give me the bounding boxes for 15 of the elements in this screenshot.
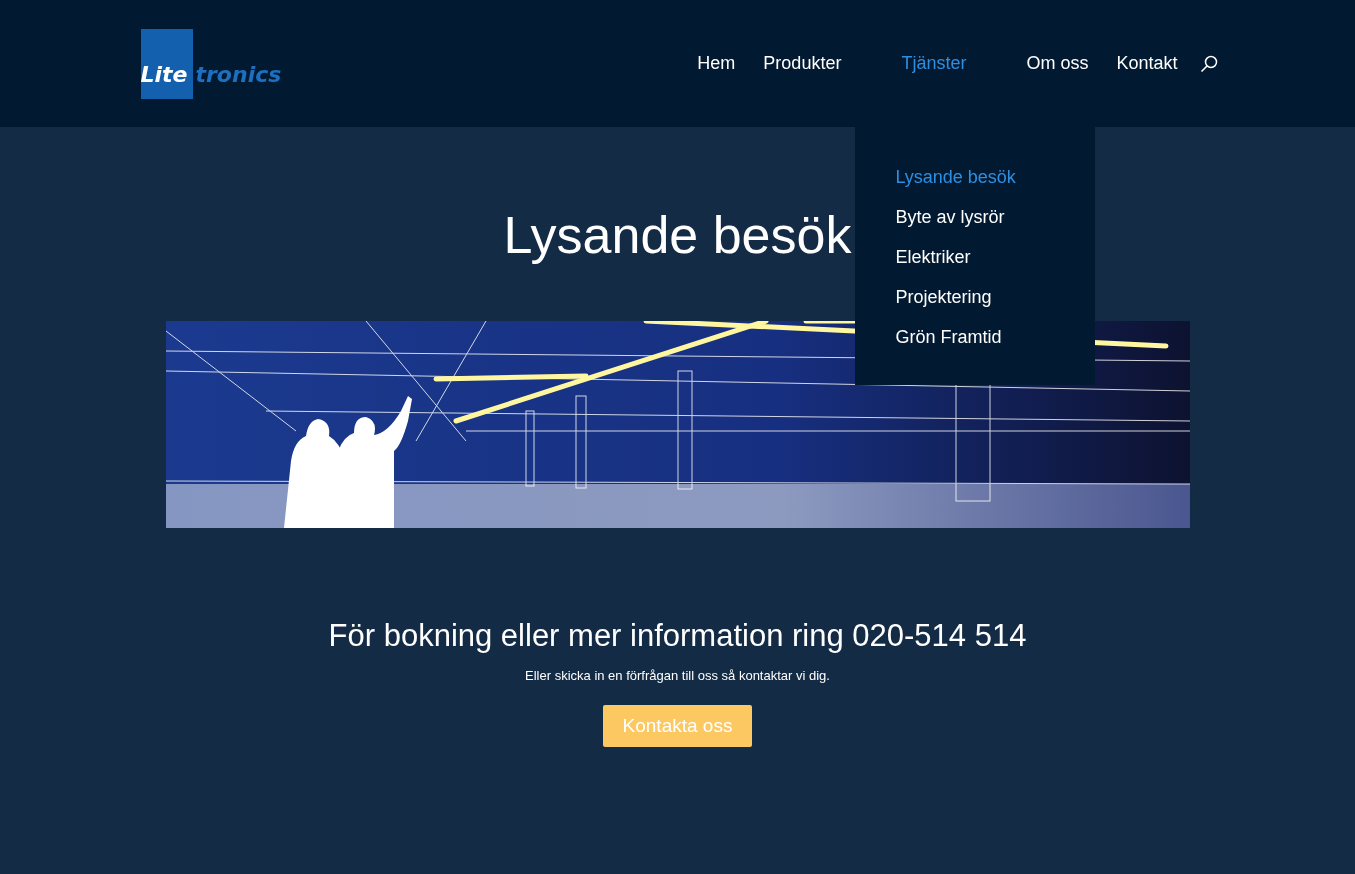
dropdown-item[interactable]: Byte av lysrör xyxy=(855,197,1096,237)
dropdown-item[interactable]: Grön Framtid xyxy=(855,317,1096,357)
cta-text: Eller skicka in en förfrågan till oss så kontaktar vi dig. xyxy=(525,668,830,683)
litetronics-logo[interactable]: Lite tronics xyxy=(140,28,282,99)
nav-link[interactable]: Kontakt xyxy=(1102,0,1192,127)
nav-link[interactable]: Produkter xyxy=(749,0,856,127)
nav-link[interactable]: Om oss xyxy=(1012,0,1103,127)
dropdown-item[interactable]: Lysande besök xyxy=(855,157,1096,197)
nav-link[interactable]: Tjänster xyxy=(855,0,1013,127)
nav-link[interactable]: Hem xyxy=(683,0,750,127)
dropdown-item[interactable]: Elektriker xyxy=(855,237,1096,277)
cta-heading: För bokning eller mer information ring 020-514 514 xyxy=(328,618,1027,654)
search-icon[interactable] xyxy=(1199,54,1218,73)
dropdown-item[interactable]: Projektering xyxy=(855,277,1096,317)
page-title: Lysande besök xyxy=(503,205,852,265)
